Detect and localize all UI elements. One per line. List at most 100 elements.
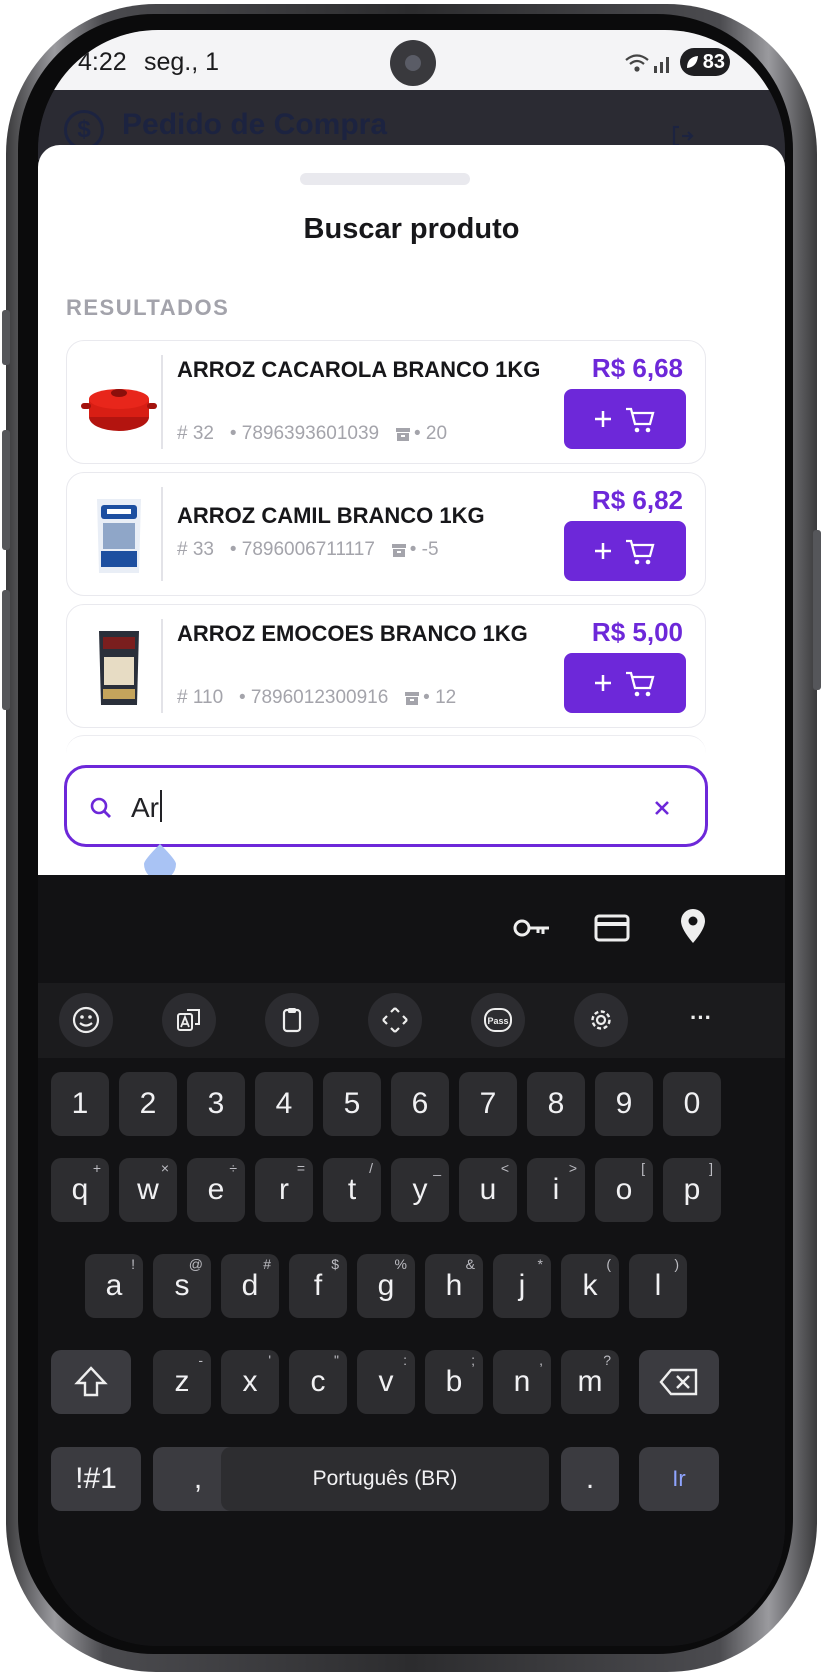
key-q[interactable]: q + — [51, 1158, 109, 1222]
backspace-key[interactable] — [639, 1350, 719, 1414]
autofill-bar — [38, 875, 785, 983]
key-i[interactable]: i > — [527, 1158, 585, 1222]
key-t[interactable]: t / — [323, 1158, 381, 1222]
key-b[interactable]: b; — [425, 1350, 483, 1414]
key-9[interactable]: 9 — [595, 1072, 653, 1136]
product-card[interactable]: ARROZ CACAROLA BRANCO 1KG # 32 • 7896393… — [66, 340, 706, 464]
box-icon — [395, 427, 410, 441]
key-n[interactable]: n, — [493, 1350, 551, 1414]
key-m[interactable]: m? — [561, 1350, 619, 1414]
clear-search-icon[interactable] — [653, 799, 671, 817]
key-d[interactable]: d # — [221, 1254, 279, 1318]
card-divider — [161, 355, 163, 449]
product-card[interactable]: ARROZ CAMIL BRANCO 1KG # 33 • 7896006711… — [66, 472, 706, 596]
settings-icon — [591, 1010, 611, 1030]
product-price: R$ 5,00 — [591, 617, 683, 647]
key-z[interactable]: z- — [153, 1350, 211, 1414]
key-label: 2 — [139, 1087, 157, 1120]
key-hint: % — [394, 1256, 407, 1272]
key-hint: ! — [131, 1256, 135, 1272]
key-2[interactable]: 2 — [119, 1072, 177, 1136]
search-icon — [90, 797, 111, 818]
translate-button[interactable] — [162, 993, 216, 1047]
card-icon[interactable] — [594, 913, 630, 943]
add-to-cart-button[interactable] — [564, 389, 686, 449]
clipboard-button[interactable] — [265, 993, 319, 1047]
key-r[interactable]: r = — [255, 1158, 313, 1222]
side-button — [2, 590, 10, 710]
period-key[interactable]: . — [561, 1447, 619, 1511]
text-caret — [160, 790, 162, 822]
search-sheet: Buscar produto RESULTADOS ARROZ CACAROLA… — [38, 145, 785, 875]
key-7[interactable]: 7 — [459, 1072, 517, 1136]
emoji-button[interactable] — [59, 993, 113, 1047]
key-k[interactable]: k( — [561, 1254, 619, 1318]
key-c[interactable]: c " — [289, 1350, 347, 1414]
space-key[interactable]: Português (BR) — [221, 1447, 549, 1511]
key-h[interactable]: h & — [425, 1254, 483, 1318]
product-stock-value: • -5 — [409, 539, 439, 560]
cursor-move-button[interactable] — [368, 993, 422, 1047]
key-o[interactable]: o[ — [595, 1158, 653, 1222]
suggestion-key[interactable]: Ir — [639, 1447, 719, 1511]
key-6[interactable]: 6 — [391, 1072, 449, 1136]
key-hint: @ — [188, 1256, 203, 1272]
key-g[interactable]: g% — [357, 1254, 415, 1318]
key-3[interactable]: 3 — [187, 1072, 245, 1136]
shift-key[interactable] — [51, 1350, 131, 1414]
card-divider — [161, 487, 163, 581]
card-divider — [161, 619, 163, 713]
key-0[interactable]: 0 — [663, 1072, 721, 1136]
key-e[interactable]: e ÷ — [187, 1158, 245, 1222]
key-j[interactable]: j * — [493, 1254, 551, 1318]
pass-button[interactable]: Pass — [471, 993, 525, 1047]
more-button[interactable]: ··· — [674, 993, 728, 1047]
product-price: R$ 6,82 — [591, 485, 683, 515]
product-meta: # 33 • 7896006711117 • -5 — [177, 539, 439, 561]
key-f[interactable]: f $ — [289, 1254, 347, 1318]
symbols-key[interactable]: !#1 — [51, 1447, 141, 1511]
key-label: 0 — [683, 1087, 701, 1120]
key-label: f — [313, 1269, 323, 1302]
key-label: 8 — [547, 1087, 565, 1120]
key-label: !#1 — [75, 1462, 117, 1495]
sheet-grabber[interactable] — [300, 173, 470, 185]
key-v[interactable]: v: — [357, 1350, 415, 1414]
add-to-cart-icon — [595, 671, 655, 697]
key-icon[interactable] — [512, 913, 552, 943]
key-hint: ) — [674, 1256, 679, 1272]
product-image-camil-bag — [97, 499, 141, 573]
key-hint: + — [92, 1160, 101, 1176]
key-y[interactable]: y _ — [391, 1158, 449, 1222]
product-card[interactable]: ARROZ EMOCOES BRANCO 1KG # 110 • 7896012… — [66, 604, 706, 728]
key-x[interactable]: x ' — [221, 1350, 279, 1414]
key-hint: ÷ — [229, 1160, 237, 1176]
key-w[interactable]: w × — [119, 1158, 177, 1222]
key-s[interactable]: s @ — [153, 1254, 211, 1318]
sheet-title: Buscar produto — [303, 213, 520, 245]
settings-button[interactable] — [574, 993, 628, 1047]
key-l[interactable]: l) — [629, 1254, 687, 1318]
cursor-handle-icon[interactable] — [142, 842, 178, 878]
keyboard-toolbar: Pass ··· — [38, 983, 785, 1058]
more-label: ··· — [690, 1006, 712, 1030]
wifi-icon — [625, 54, 649, 72]
key-8[interactable]: 8 — [527, 1072, 585, 1136]
key-p[interactable]: p] — [663, 1158, 721, 1222]
key-hint: " — [334, 1352, 339, 1368]
box-icon — [391, 543, 406, 557]
key-5[interactable]: 5 — [323, 1072, 381, 1136]
keyboard: Pass ··· 1 2 3 4 5 6 7 8 9 0 q + w × e ÷ r = t / y _ u < i > o[p] a… — [38, 875, 785, 1646]
location-icon[interactable] — [678, 907, 708, 945]
product-price: R$ 6,68 — [591, 353, 683, 383]
add-to-cart-button[interactable] — [564, 653, 686, 713]
status-time: 4:22 — [78, 48, 127, 76]
key-u[interactable]: u < — [459, 1158, 517, 1222]
key-4[interactable]: 4 — [255, 1072, 313, 1136]
key-1[interactable]: 1 — [51, 1072, 109, 1136]
key-a[interactable]: a! — [85, 1254, 143, 1318]
key-hint: & — [465, 1256, 475, 1272]
key-label: q — [71, 1173, 89, 1206]
add-to-cart-button[interactable] — [564, 521, 686, 581]
search-input[interactable]: Ar — [64, 765, 708, 847]
